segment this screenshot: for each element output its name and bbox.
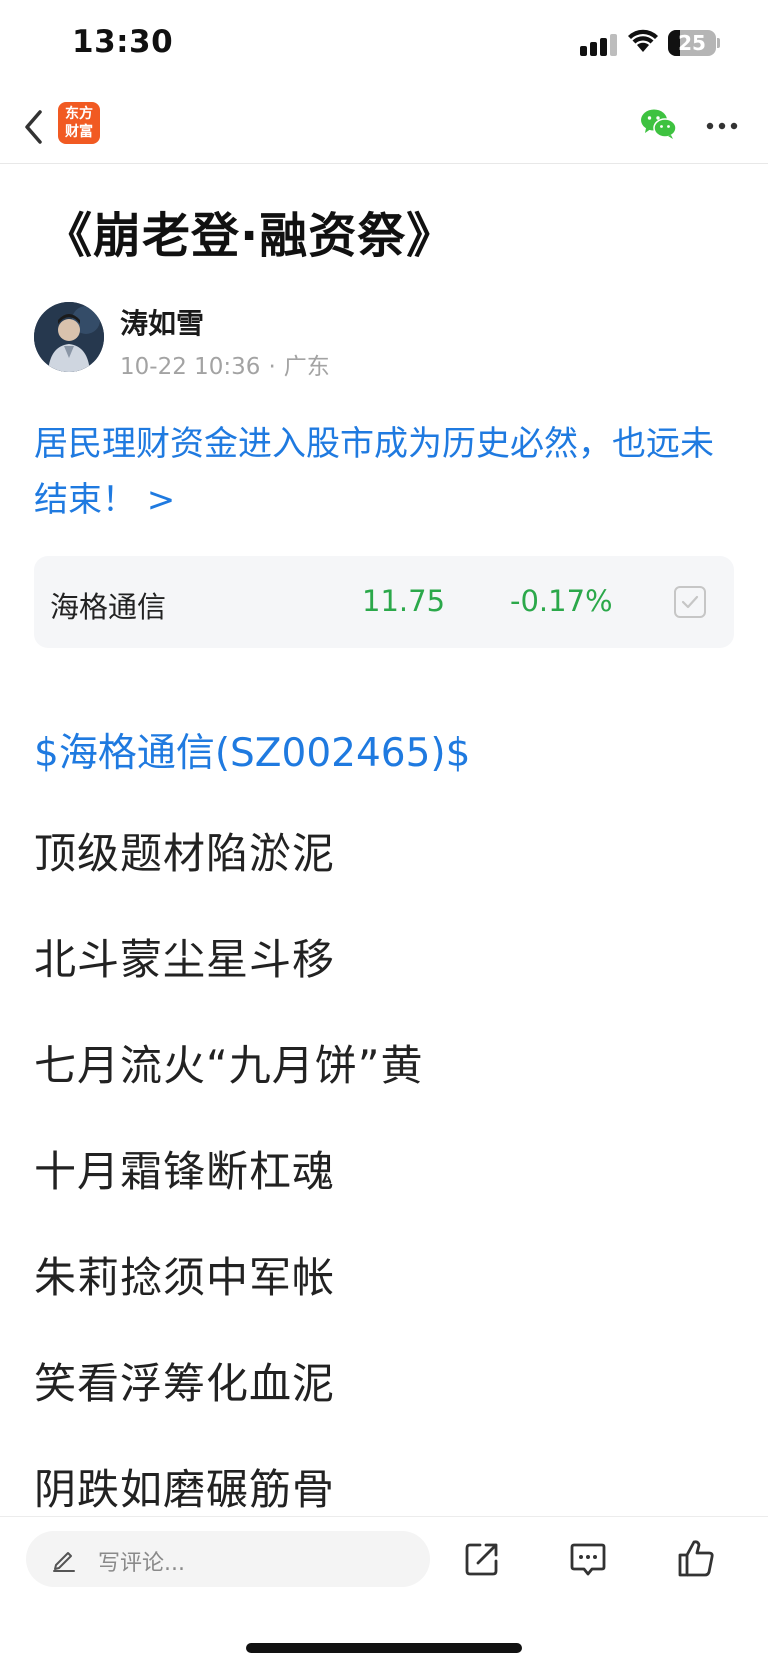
comment-input[interactable]: 写评论...: [26, 1531, 430, 1587]
screen: 13:30 25 东方 财富 《崩老登·融资祭》 涛如雪 10-22 10:36…: [0, 0, 768, 1662]
like-thumbs-up-icon[interactable]: [676, 1537, 716, 1579]
author-avatar[interactable]: [34, 302, 104, 372]
check-icon: [681, 595, 699, 609]
app-logo[interactable]: 东方 财富: [58, 102, 100, 144]
avatar-image: [34, 302, 104, 372]
battery-icon: 25: [668, 30, 716, 56]
comment-placeholder: 写评论...: [98, 1551, 185, 1576]
author-name[interactable]: 涛如雪: [120, 302, 204, 342]
share-icon[interactable]: [462, 1539, 502, 1579]
status-time: 13:30: [72, 24, 174, 60]
stock-quote-card[interactable]: 海格通信 11.75 -0.17%: [34, 556, 734, 648]
stock-tag-link[interactable]: $海格通信(SZ002465)$: [34, 722, 470, 778]
poem-line: 顶级题材陷淤泥: [34, 829, 336, 878]
comments-icon[interactable]: [568, 1539, 608, 1579]
add-watchlist-checkbox[interactable]: [674, 586, 706, 618]
nav-bar: 东方 财富: [0, 88, 768, 164]
stock-price: 11.75: [362, 584, 446, 618]
battery-level: 25: [678, 31, 706, 55]
stock-name: 海格通信: [50, 590, 167, 624]
wechat-share-icon[interactable]: [640, 108, 678, 140]
article-title: 《崩老登·融资祭》: [44, 208, 456, 264]
poem-line: 笑看浮筹化血泥: [34, 1359, 336, 1408]
post-date: 10-22 10:36: [120, 354, 261, 380]
logo-line2: 财富: [65, 124, 93, 140]
bottom-action-bar: 写评论...: [0, 1516, 768, 1662]
logo-line1: 东方: [65, 106, 93, 122]
meta-separator: ·: [268, 354, 276, 380]
headline-link[interactable]: 居民理财资金进入股市成为历史必然，也远未结束！ >: [34, 416, 734, 528]
battery-nub: [717, 38, 720, 48]
home-indicator: [246, 1643, 522, 1653]
wifi-icon: [628, 29, 658, 52]
poem-line: 七月流火“九月饼”黄: [34, 1041, 424, 1090]
back-chevron-icon[interactable]: [22, 108, 46, 146]
more-options-icon[interactable]: [706, 122, 738, 130]
cellular-signal-icon: [580, 34, 617, 56]
stock-change: -0.17%: [510, 584, 613, 618]
status-bar: 13:30 25: [0, 0, 768, 88]
pencil-icon: [53, 1552, 75, 1572]
poem-line: 十月霜锋断杠魂: [34, 1147, 336, 1196]
poem-line: 朱莉捻须中军帐: [34, 1253, 336, 1302]
post-meta: 10-22 10:36 · 广东: [120, 347, 330, 381]
poem-line: 北斗蒙尘星斗移: [34, 935, 336, 984]
poem-line: 阴跌如磨碾筋骨: [34, 1465, 336, 1514]
post-location: 广东: [283, 354, 330, 380]
